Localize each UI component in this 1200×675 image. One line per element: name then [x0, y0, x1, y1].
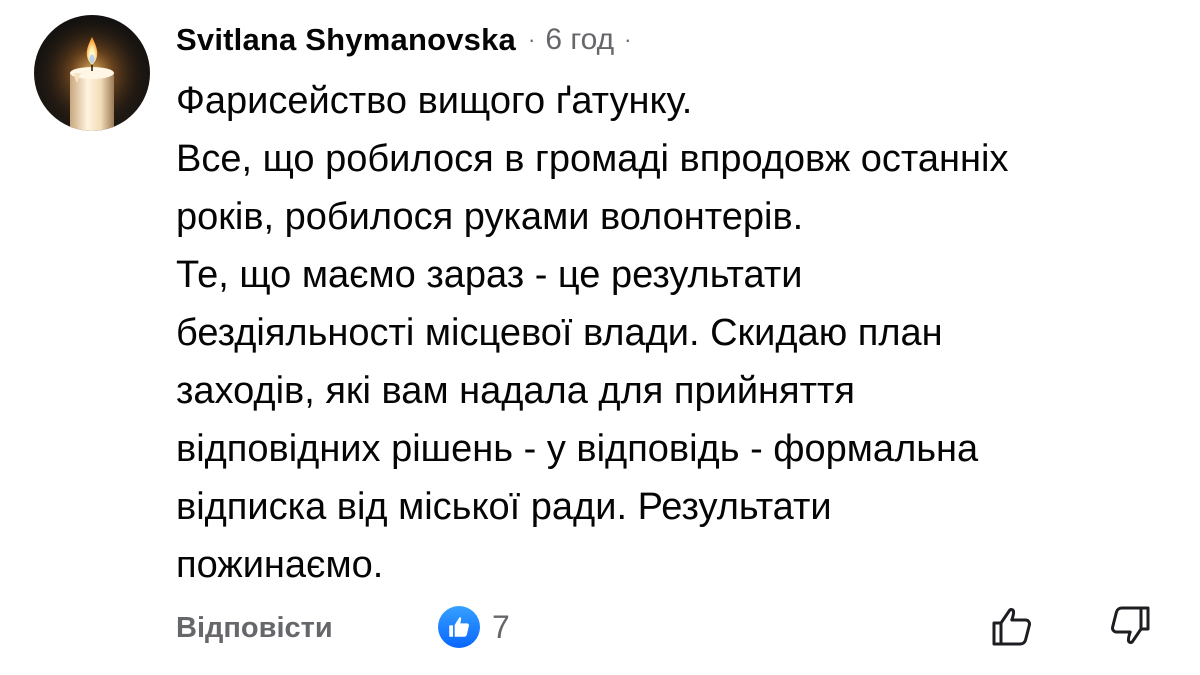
separator-dot: ·	[528, 27, 536, 52]
comment-text-line: Все, що робилося в громаді впродовж оста…	[176, 138, 1009, 180]
reply-button[interactable]: Відповісти	[176, 612, 333, 645]
thumbs-down-outline-icon[interactable]	[1106, 602, 1154, 650]
comment-text-line: пожинаємо.	[176, 544, 384, 586]
like-thumb-icon	[438, 606, 480, 648]
comment-text-line: Фарисейство вищого ґатунку.	[176, 80, 693, 122]
comment: Svitlana Shymanovska · 6 год · Фарисейст…	[0, 0, 1200, 675]
author-name[interactable]: Svitlana Shymanovska	[176, 22, 516, 58]
separator-dot: ·	[624, 27, 632, 52]
comment-text-line: відповідних рішень - у відповідь - форма…	[176, 428, 979, 470]
candle-icon	[38, 23, 146, 131]
comment-header: Svitlana Shymanovska · 6 год ·	[176, 20, 632, 60]
timestamp[interactable]: 6 год	[545, 23, 614, 57]
thumbs-up-outline-icon[interactable]	[988, 602, 1036, 650]
comment-text-line: років, робилося руками волонтерів.	[176, 196, 804, 238]
comment-text-line: бездіяльності місцевої влади. Скидаю пла…	[176, 312, 943, 354]
like-count: 7	[492, 608, 510, 645]
comment-text-line: Те, що маємо зараз - це результати	[176, 254, 803, 296]
comment-actions: Відповісти 7	[176, 604, 510, 652]
comment-text: Фарисейство вищого ґатунку. Все, що роби…	[176, 72, 1176, 594]
reaction-summary[interactable]: 7	[438, 606, 510, 648]
comment-text-line: заходів, які вам надала для прийняття	[176, 370, 856, 412]
avatar[interactable]	[34, 15, 150, 131]
comment-text-line: відписка від міської ради. Результати	[176, 486, 832, 528]
